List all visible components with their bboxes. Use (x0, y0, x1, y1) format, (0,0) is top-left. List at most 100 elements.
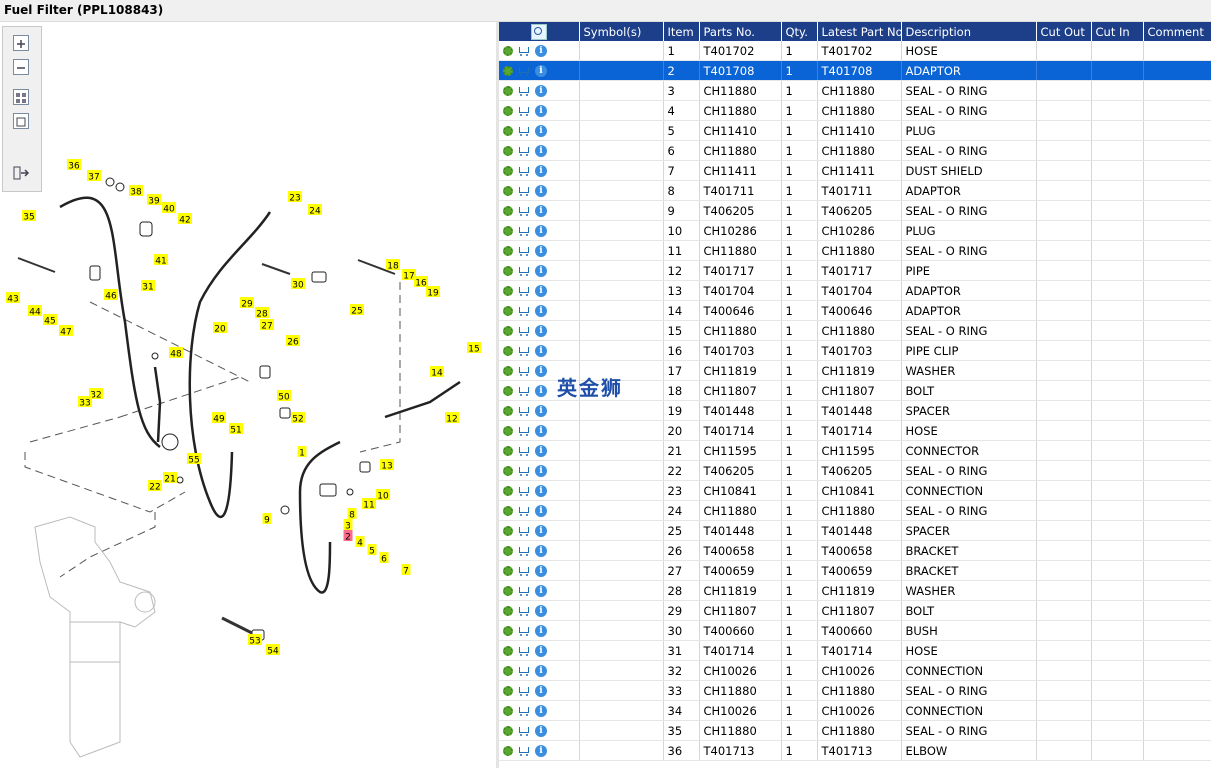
cart-icon[interactable] (517, 526, 531, 537)
callout-8[interactable]: 8 (347, 508, 357, 521)
table-row[interactable]: i 6 CH11880 1 CH11880 SEAL - O RING (499, 140, 1211, 161)
callout-3[interactable]: 3 (343, 519, 353, 532)
callout-54[interactable]: 54 (266, 644, 280, 657)
cart-icon[interactable] (517, 246, 531, 257)
cart-icon[interactable] (517, 626, 531, 637)
table-row[interactable]: i 10 CH10286 1 CH10286 PLUG (499, 220, 1211, 241)
info-icon[interactable]: i (535, 225, 547, 237)
cart-icon[interactable] (517, 746, 531, 757)
callout-33[interactable]: 33 (78, 396, 92, 409)
settings-gear-icon[interactable] (503, 586, 513, 596)
table-row[interactable]: i 20 T401714 1 T401714 HOSE (499, 420, 1211, 441)
cart-icon[interactable] (517, 506, 531, 517)
info-icon[interactable]: i (535, 705, 547, 717)
callout-51[interactable]: 51 (229, 423, 243, 436)
table-row[interactable]: i 2 T401708 1 T401708 ADAPTOR (499, 60, 1211, 81)
callout-4[interactable]: 4 (355, 536, 365, 549)
callout-1[interactable]: 1 (297, 446, 307, 459)
table-row[interactable]: i 34 CH10026 1 CH10026 CONNECTION (499, 700, 1211, 721)
cart-icon[interactable] (517, 406, 531, 417)
info-icon[interactable]: i (535, 745, 547, 757)
callout-50[interactable]: 50 (277, 390, 291, 403)
info-icon[interactable]: i (535, 545, 547, 557)
info-icon[interactable]: i (535, 445, 547, 457)
cart-icon[interactable] (517, 186, 531, 197)
callout-39[interactable]: 39 (147, 194, 161, 207)
table-row[interactable]: i 26 T400658 1 T400658 BRACKET (499, 540, 1211, 561)
settings-gear-icon[interactable] (503, 646, 513, 656)
cart-icon[interactable] (517, 666, 531, 677)
table-row[interactable]: i 28 CH11819 1 CH11819 WASHER (499, 580, 1211, 601)
settings-gear-icon[interactable] (503, 186, 513, 196)
cart-icon[interactable] (517, 326, 531, 337)
callout-44[interactable]: 44 (28, 305, 42, 318)
info-icon[interactable]: i (535, 165, 547, 177)
info-icon[interactable]: i (535, 65, 547, 77)
settings-gear-icon[interactable] (503, 106, 513, 116)
info-icon[interactable]: i (535, 485, 547, 497)
fit-all-icon[interactable] (13, 89, 29, 105)
settings-gear-icon[interactable] (503, 366, 513, 376)
cart-icon[interactable] (517, 266, 531, 277)
cart-icon[interactable] (517, 446, 531, 457)
callout-53[interactable]: 53 (248, 634, 262, 647)
cart-icon[interactable] (517, 686, 531, 697)
settings-gear-icon[interactable] (503, 486, 513, 496)
table-row[interactable]: i 22 T406205 1 T406205 SEAL - O RING (499, 460, 1211, 481)
cart-icon[interactable] (517, 726, 531, 737)
cart-icon[interactable] (517, 466, 531, 477)
callout-38[interactable]: 38 (129, 185, 143, 198)
info-icon[interactable]: i (535, 505, 547, 517)
cart-icon[interactable] (517, 426, 531, 437)
info-icon[interactable]: i (535, 385, 547, 397)
table-row[interactable]: i 30 T400660 1 T400660 BUSH (499, 620, 1211, 641)
column-header-actions[interactable] (499, 22, 580, 41)
info-icon[interactable]: i (535, 245, 547, 257)
info-icon[interactable]: i (535, 585, 547, 597)
exploded-diagram[interactable]: 1234567891011121314151617181920212223242… (0, 22, 496, 768)
cart-icon[interactable] (517, 146, 531, 157)
settings-gear-icon[interactable] (503, 386, 513, 396)
cart-icon[interactable] (517, 206, 531, 217)
callout-35[interactable]: 35 (22, 210, 36, 223)
column-header-latest-part-no[interactable]: Latest Part No. (817, 22, 902, 41)
info-icon[interactable]: i (535, 105, 547, 117)
callout-46[interactable]: 46 (104, 289, 118, 302)
table-row[interactable]: i 16 T401703 1 T401703 PIPE CLIP (499, 340, 1211, 361)
column-header-cut-out[interactable]: Cut Out (1036, 22, 1092, 41)
settings-gear-icon[interactable] (503, 686, 513, 696)
table-row[interactable]: i 21 CH11595 1 CH11595 CONNECTOR (499, 440, 1211, 461)
table-row[interactable]: i 3 CH11880 1 CH11880 SEAL - O RING (499, 80, 1211, 101)
callout-18[interactable]: 18 (386, 259, 400, 272)
info-icon[interactable]: i (535, 325, 547, 337)
settings-gear-icon[interactable] (503, 606, 513, 616)
cart-icon[interactable] (517, 366, 531, 377)
info-icon[interactable]: i (535, 665, 547, 677)
cart-icon[interactable] (517, 66, 531, 77)
info-icon[interactable]: i (535, 365, 547, 377)
settings-gear-icon[interactable] (503, 206, 513, 216)
settings-gear-icon[interactable] (503, 46, 513, 56)
cart-icon[interactable] (517, 646, 531, 657)
settings-gear-icon[interactable] (503, 506, 513, 516)
cart-icon[interactable] (517, 566, 531, 577)
info-icon[interactable]: i (535, 125, 547, 137)
cart-icon[interactable] (517, 706, 531, 717)
cart-icon[interactable] (517, 226, 531, 237)
cart-icon[interactable] (517, 286, 531, 297)
settings-gear-icon[interactable] (503, 706, 513, 716)
table-row[interactable]: i 33 CH11880 1 CH11880 SEAL - O RING (499, 680, 1211, 701)
settings-gear-icon[interactable] (503, 746, 513, 756)
callout-45[interactable]: 45 (43, 314, 57, 327)
callout-19[interactable]: 19 (426, 286, 440, 299)
cart-icon[interactable] (517, 346, 531, 357)
table-row[interactable]: i 23 CH10841 1 CH10841 CONNECTION (499, 480, 1211, 501)
callout-5[interactable]: 5 (367, 544, 377, 557)
cart-icon[interactable] (517, 386, 531, 397)
table-row[interactable]: i 25 T401448 1 T401448 SPACER (499, 520, 1211, 541)
column-header-cut-in[interactable]: Cut In (1091, 22, 1144, 41)
info-icon[interactable]: i (535, 205, 547, 217)
settings-gear-icon[interactable] (503, 306, 513, 316)
callout-42[interactable]: 42 (178, 213, 192, 226)
cart-icon[interactable] (517, 546, 531, 557)
